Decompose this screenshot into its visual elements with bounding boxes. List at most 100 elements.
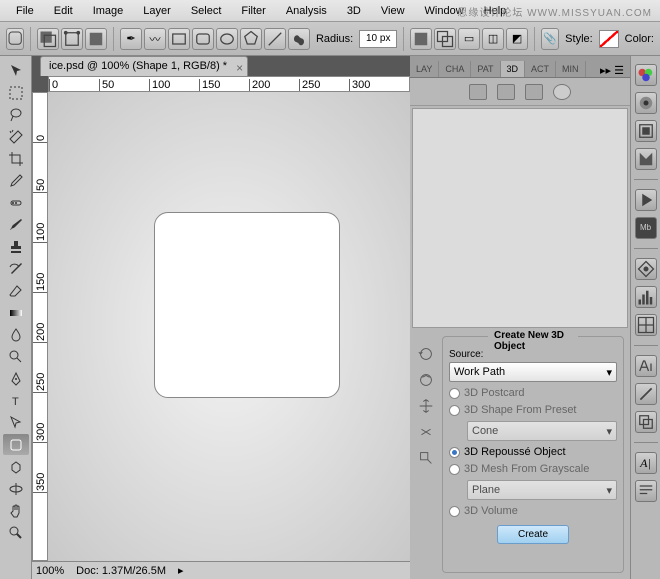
dock-paragraph-icon[interactable] [635,480,657,502]
wand-tool[interactable] [3,126,29,147]
pen-tool[interactable] [3,368,29,389]
tab-mini[interactable]: MIN [556,61,586,77]
tab-channels[interactable]: CHA [439,61,471,77]
dock-mb-icon[interactable]: Mb [635,217,657,239]
eyedropper-tool[interactable] [3,170,29,191]
custom-shape-icon[interactable] [288,28,310,50]
tab-3d[interactable]: 3D [501,61,526,77]
ellipse-icon[interactable] [216,28,238,50]
create-button[interactable]: Create [497,525,569,544]
path-select-tool[interactable] [3,412,29,433]
radio-preset-input [449,405,460,416]
3d-camera-tool[interactable] [3,478,29,499]
intersect-shape-icon[interactable]: ◫ [482,28,504,50]
shape-type-group: ✒ 〰 [120,28,310,50]
dodge-tool[interactable] [3,346,29,367]
dock-info-icon[interactable] [635,314,657,336]
material-filter-icon[interactable] [525,84,543,100]
dock-histogram-icon[interactable] [635,286,657,308]
brush-tool[interactable] [3,214,29,235]
canvas[interactable] [48,92,410,561]
style-swatch[interactable] [599,30,619,48]
radius-input[interactable] [359,30,397,48]
zoom-level[interactable]: 100% [36,565,64,577]
menu-view[interactable]: View [371,0,415,22]
hand-tool[interactable] [3,500,29,521]
slide-icon[interactable] [416,422,436,442]
create-3d-group: Create New 3D Object Source: Work Path▾ … [442,336,624,573]
dock-nav-icon[interactable] [635,258,657,280]
panel-menu-icon[interactable]: ▸▸ ☰ [594,64,630,77]
line-icon[interactable] [264,28,286,50]
radio-repousse[interactable]: 3D Repoussé Object [449,446,617,458]
rounded-rect-shape[interactable] [154,212,340,398]
preset-select: Cone▾ [467,421,617,441]
rounded-rect-icon[interactable] [192,28,214,50]
crop-tool[interactable] [3,148,29,169]
eraser-tool[interactable] [3,280,29,301]
svg-text:T: T [12,396,19,408]
radio-repousse-input[interactable] [449,447,460,458]
add-shape-icon[interactable] [434,28,456,50]
new-shape-icon[interactable] [410,28,432,50]
menu-layer[interactable]: Layer [133,0,181,22]
rotate-icon[interactable] [416,344,436,364]
tab-paths[interactable]: PAT [471,61,500,77]
lasso-tool[interactable] [3,104,29,125]
mesh-filter-icon[interactable] [497,84,515,100]
dock-clone-icon[interactable] [635,411,657,433]
subtract-shape-icon[interactable]: ▭ [458,28,480,50]
menu-select[interactable]: Select [181,0,232,22]
status-arrow-icon[interactable]: ▸ [178,564,184,577]
menu-analysis[interactable]: Analysis [276,0,337,22]
radio-3d-postcard: 3D Postcard [449,387,617,399]
exclude-shape-icon[interactable]: ◩ [506,28,528,50]
fill-pixels-icon[interactable] [85,28,107,50]
scene-filter-icon[interactable] [469,84,487,100]
menu-image[interactable]: Image [83,0,134,22]
close-tab-icon[interactable]: × [236,59,243,77]
gradient-tool[interactable] [3,302,29,323]
menu-file[interactable]: File [6,0,44,22]
dock-color-icon[interactable] [635,64,657,86]
rect-icon[interactable] [168,28,190,50]
source-select[interactable]: Work Path▾ [449,362,617,382]
menu-edit[interactable]: Edit [44,0,83,22]
3d-rotate-tool[interactable] [3,456,29,477]
tab-layers[interactable]: LAY [410,61,439,77]
polygon-icon[interactable] [240,28,262,50]
shape-tool[interactable] [3,434,29,455]
light-filter-icon[interactable] [553,84,571,100]
scale-icon[interactable] [416,448,436,468]
move-tool[interactable] [3,60,29,81]
align-edges-icon[interactable]: 📎 [541,28,559,50]
marquee-tool[interactable] [3,82,29,103]
dock-play-icon[interactable] [635,189,657,211]
document-tab[interactable]: ice.psd @ 100% (Shape 1, RGB/8) * × [40,56,248,76]
dock-type-icon[interactable]: A| [635,452,657,474]
shape-layers-icon[interactable] [37,28,59,50]
dock-swatches-icon[interactable] [635,92,657,114]
freeform-pen-icon[interactable]: 〰 [144,28,166,50]
shape-tool-icon[interactable] [6,28,24,50]
blur-tool[interactable] [3,324,29,345]
tab-actions[interactable]: ACT [525,61,556,77]
pen-icon[interactable]: ✒ [120,28,142,50]
type-tool[interactable]: T [3,390,29,411]
dock-styles-icon[interactable] [635,120,657,142]
dock-brush-icon[interactable] [635,383,657,405]
dock-char-icon[interactable] [635,355,657,377]
doc-size: Doc: 1.37M/26.5M [76,565,166,577]
menu-filter[interactable]: Filter [231,0,275,22]
pan-icon[interactable] [416,396,436,416]
healing-tool[interactable] [3,192,29,213]
paths-icon[interactable] [61,28,83,50]
zoom-tool[interactable] [3,522,29,543]
menu-3d[interactable]: 3D [337,0,371,22]
3d-scene-list[interactable] [412,108,628,328]
dock-adjustments-icon[interactable] [635,148,657,170]
roll-icon[interactable] [416,370,436,390]
color-label: Color: [625,33,654,45]
stamp-tool[interactable] [3,236,29,257]
history-brush-tool[interactable] [3,258,29,279]
